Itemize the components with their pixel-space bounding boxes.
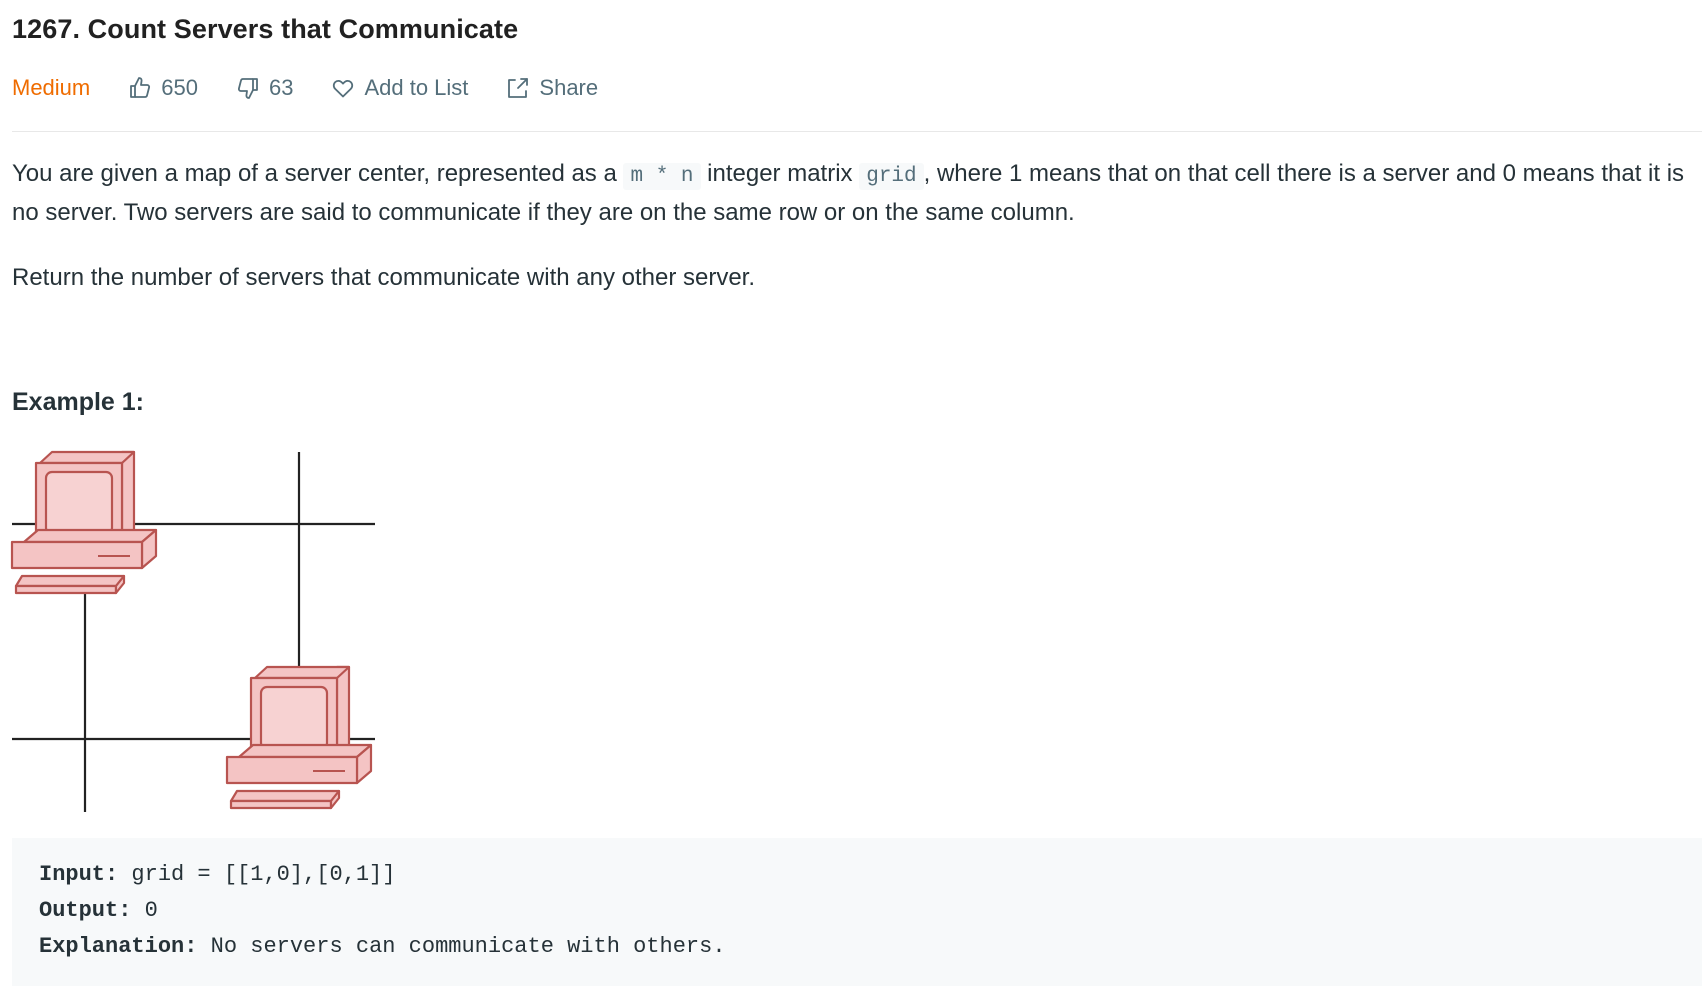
explanation-label: Explanation: xyxy=(39,934,198,959)
header-divider xyxy=(12,131,1702,132)
dislike-count: 63 xyxy=(268,75,294,100)
share-label: Share xyxy=(539,75,599,100)
share-icon xyxy=(508,78,529,98)
problem-description: You are given a map of a server center, … xyxy=(12,156,1702,231)
thumbs-down-icon xyxy=(237,78,258,99)
problem-meta-bar: Medium 650 63 Add to List Share xyxy=(12,68,636,108)
server-computer-icon xyxy=(10,450,158,595)
add-to-list-button[interactable]: Add to List xyxy=(331,75,468,101)
example-1-figure xyxy=(10,450,375,812)
like-button[interactable]: 650 xyxy=(128,75,198,101)
like-count: 650 xyxy=(161,75,198,100)
description-paragraph-2: Return the number of servers that commun… xyxy=(12,264,756,291)
thumbs-up-icon xyxy=(130,77,151,98)
example-input-line: Input: grid = [[1,0],[0,1]] xyxy=(39,862,395,887)
description-text-1: You are given a map of a server center, … xyxy=(12,160,624,187)
share-button[interactable]: Share xyxy=(506,75,598,101)
add-to-list-label: Add to List xyxy=(364,75,469,100)
example-1-codeblock: Input: grid = [[1,0],[0,1]] Output: 0 Ex… xyxy=(12,838,1702,986)
input-label: Input: xyxy=(39,862,119,887)
heart-icon xyxy=(333,79,354,98)
description-paragraph-1: You are given a map of a server center, … xyxy=(12,156,1702,231)
output-value: 0 xyxy=(131,898,158,923)
difficulty-badge: Medium xyxy=(12,75,91,100)
description-text-2: integer matrix xyxy=(700,160,860,187)
inline-code-grid: grid xyxy=(859,163,924,190)
server-computer-icon xyxy=(225,665,373,810)
inline-code-mn: m * n xyxy=(623,163,701,190)
example-1-heading: Example 1: xyxy=(12,388,145,416)
example-output-line: Output: 0 xyxy=(39,898,158,923)
dislike-button[interactable]: 63 xyxy=(236,75,293,101)
output-label: Output: xyxy=(39,898,132,923)
problem-title: 1267. Count Servers that Communicate xyxy=(12,14,519,44)
explanation-value: No servers can communicate with others. xyxy=(197,934,726,959)
input-value: grid = [[1,0],[0,1]] xyxy=(118,862,396,887)
example-explanation-line: Explanation: No servers can communicate … xyxy=(39,934,726,959)
